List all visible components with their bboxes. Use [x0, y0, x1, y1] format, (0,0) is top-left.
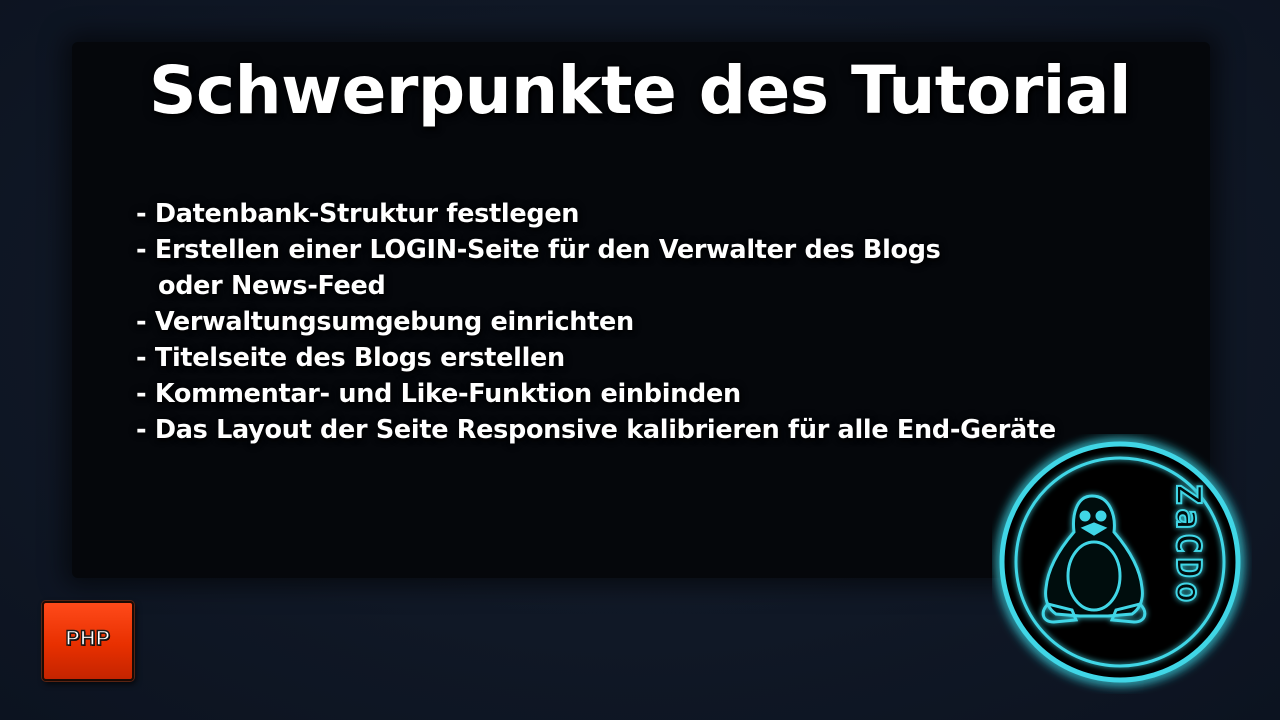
slide-title: Schwerpunkte des Tutorial	[148, 52, 1132, 129]
topic-item: - Erstellen einer LOGIN-Seite für den Ve…	[136, 235, 941, 265]
php-badge-icon: PHP	[42, 601, 134, 681]
topic-list: - Datenbank-Struktur festlegen - Erstell…	[136, 196, 1056, 448]
topic-item-continuation: oder News-Feed	[158, 271, 386, 301]
topic-item: - Das Layout der Seite Responsive kalibr…	[136, 415, 1056, 445]
topic-item: - Titelseite des Blogs erstellen	[136, 343, 565, 373]
topic-item: - Datenbank-Struktur festlegen	[136, 199, 580, 229]
zacdo-logo: ZaCDo	[999, 441, 1241, 683]
topic-item: - Verwaltungsumgebung einrichten	[136, 307, 634, 337]
logo-text: ZaCDo	[1168, 484, 1208, 606]
php-badge-label: PHP	[65, 626, 111, 650]
topic-item: - Kommentar- und Like-Funktion einbinden	[136, 379, 741, 409]
